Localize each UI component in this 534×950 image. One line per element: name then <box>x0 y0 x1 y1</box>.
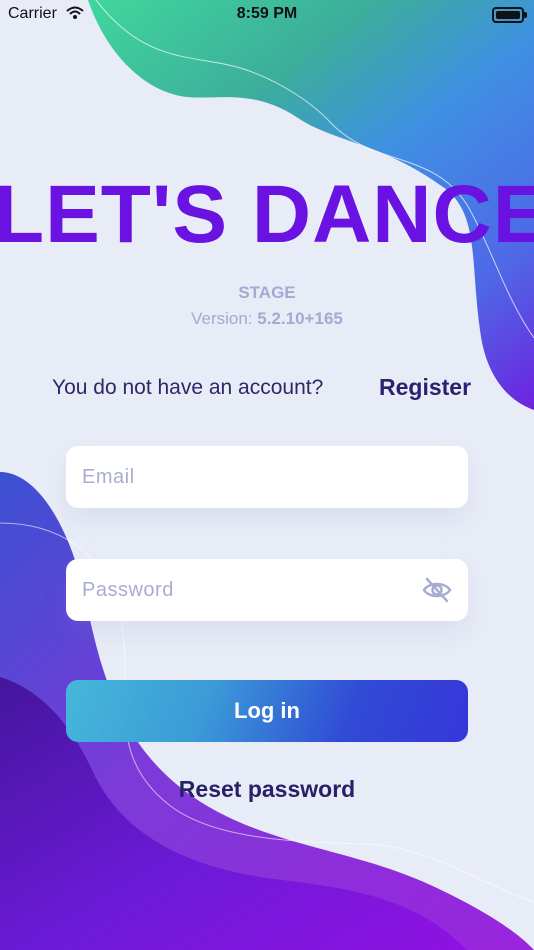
reset-password-link[interactable]: Reset password <box>0 776 534 803</box>
status-time: 8:59 PM <box>236 5 298 22</box>
environment-stage: STAGE <box>238 283 296 302</box>
status-bar: Carrier 8:59 PM <box>0 0 534 30</box>
eye-off-icon[interactable] <box>422 576 452 604</box>
password-input[interactable]: Password <box>66 559 468 621</box>
email-placeholder: Email <box>82 466 135 488</box>
login-button-label: Log in <box>234 698 300 723</box>
login-button[interactable]: Log in <box>66 680 468 742</box>
account-prompt: You do not have an account? <box>52 376 324 399</box>
password-placeholder: Password <box>82 579 174 601</box>
battery-icon <box>492 7 527 23</box>
version-text: Version: 5.2.10+165 <box>0 309 534 329</box>
register-link[interactable]: Register <box>379 374 471 401</box>
version-value: 5.2.10+165 <box>257 309 343 328</box>
email-input[interactable]: Email <box>66 446 468 508</box>
app-logo: LET'S DANCE <box>0 169 534 260</box>
version-label: Version: <box>191 309 253 328</box>
login-screen: Carrier 8:59 PM LET'S DANCE STAGE Versio… <box>0 0 534 950</box>
